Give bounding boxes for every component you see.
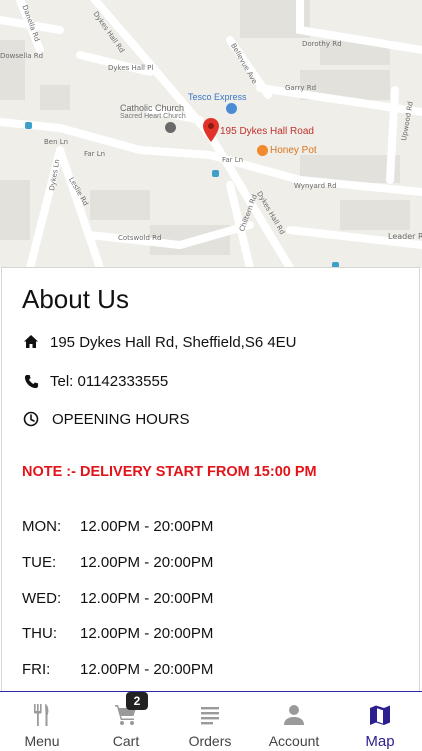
hours-time: 12.00PM - 20:00PM: [80, 661, 214, 678]
honey-pot-label: Honey Pot: [270, 145, 317, 156]
church-label: Catholic Church: [120, 103, 185, 113]
bus-stop-icon[interactable]: [212, 170, 219, 177]
tab-label: Map: [365, 733, 395, 750]
home-icon: [22, 333, 40, 351]
hours-day: TUE:: [22, 554, 57, 571]
hours-time: 12.00PM - 20:00PM: [80, 625, 214, 642]
hours-row: WED: 12.00PM - 20:00PM: [22, 590, 213, 607]
church-icon[interactable]: [165, 122, 176, 133]
phone-icon: [22, 372, 40, 390]
cart-icon: 2: [114, 692, 148, 728]
address-row: 195 Dykes Hall Rd, Sheffield,S6 4EU: [22, 333, 297, 351]
tab-label: Menu: [24, 733, 60, 749]
opening-hours-row: OPEENING HOURS: [22, 410, 190, 428]
street-label: Cotswold Rd: [118, 234, 162, 242]
phone-row[interactable]: Tel: 01142333555: [22, 372, 168, 390]
hours-time: 12.00PM - 20:00PM: [80, 554, 214, 571]
hours-row: TUE: 12.00PM - 20:00PM: [22, 554, 213, 571]
pin-label: 195 Dykes Hall Road: [220, 126, 314, 137]
street-label: Far Ln: [222, 156, 244, 164]
cart-count-badge: 2: [126, 692, 148, 710]
tab-orders[interactable]: Orders: [168, 692, 252, 751]
hours-day: WED:: [22, 590, 62, 607]
tab-map[interactable]: Map: [338, 692, 422, 751]
address-text: 195 Dykes Hall Rd, Sheffield,S6 4EU: [50, 333, 297, 351]
bus-stop-icon[interactable]: [25, 122, 32, 129]
clock-icon: [22, 410, 40, 428]
hours-time: 12.00PM - 20:00PM: [80, 518, 214, 535]
street-label: Wynyard Rd: [294, 182, 337, 190]
map-view[interactable]: Dykes Hall Rd Dorothy Rd Bellevue Ave Ga…: [0, 0, 422, 268]
tesco-label: Tesco Express: [188, 92, 247, 102]
person-icon: [283, 702, 305, 728]
about-card: About Us 195 Dykes Hall Rd, Sheffield,S6…: [1, 267, 420, 695]
street-label: Ben Ln: [44, 138, 69, 146]
hours-row: FRI: 12.00PM - 20:00PM: [22, 661, 213, 678]
hours-day: THU:: [22, 625, 57, 642]
tab-label: Account: [268, 733, 320, 749]
street-label: Garry Rd: [285, 84, 317, 92]
hours-row: THU: 12.00PM - 20:00PM: [22, 625, 213, 642]
page-title: About Us: [22, 284, 129, 314]
church-sublabel: Sacred Heart Church: [120, 113, 186, 120]
tab-account[interactable]: Account: [252, 692, 336, 751]
bottom-tab-bar: Menu 2 Cart Orders Account Map: [0, 691, 422, 750]
street-label: Dorothy Rd: [302, 40, 342, 48]
tab-label: Orders: [188, 733, 232, 749]
map-icon: [369, 702, 391, 728]
street-label: Leader R: [388, 232, 422, 241]
cutlery-icon: [32, 702, 52, 728]
phone-text[interactable]: Tel: 01142333555: [50, 373, 168, 390]
tab-menu[interactable]: Menu: [0, 692, 84, 751]
tab-label: Cart: [112, 733, 140, 749]
street-label: Dykes Hall Pl: [108, 64, 154, 72]
hours-row: MON: 12.00PM - 20:00PM: [22, 518, 213, 535]
hours-day: MON:: [22, 518, 62, 535]
tesco-icon[interactable]: [226, 103, 237, 114]
street-label: Dowsella Rd: [0, 52, 44, 60]
opening-hours-heading: OPEENING HOURS: [52, 410, 190, 428]
orders-list-icon: [200, 702, 220, 728]
tab-cart[interactable]: 2 Cart: [84, 692, 168, 751]
honey-pot-icon[interactable]: [257, 145, 268, 156]
delivery-note: NOTE :- DELIVERY START FROM 15:00 PM: [22, 464, 317, 480]
hours-time: 12.00PM - 20:00PM: [80, 590, 214, 607]
street-label: Far Ln: [84, 150, 106, 158]
hours-day: FRI:: [22, 661, 51, 678]
location-pin-icon[interactable]: [203, 118, 219, 142]
